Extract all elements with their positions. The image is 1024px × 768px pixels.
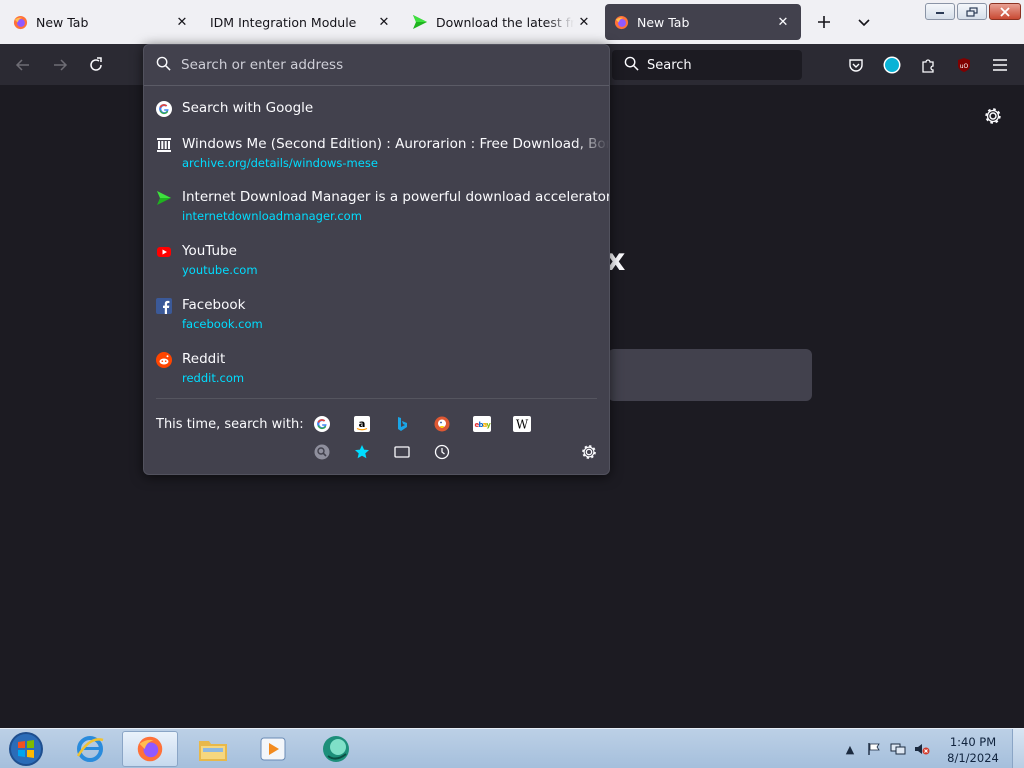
tab-new-tab-1[interactable]: New Tab ✕: [4, 4, 200, 40]
page-search-box[interactable]: [608, 349, 812, 401]
result-reddit[interactable]: Reddit reddit.com: [144, 350, 609, 386]
result-facebook[interactable]: Facebook facebook.com: [144, 296, 609, 332]
close-window-button[interactable]: [989, 3, 1021, 20]
restore-window-button[interactable]: [957, 3, 987, 20]
result-url: reddit.com: [182, 371, 245, 385]
tab-title: IDM Integration Module: [210, 14, 357, 30]
search-icon: [624, 56, 639, 75]
svg-text:uO: uO: [960, 63, 969, 70]
firefox-icon: [613, 14, 629, 30]
search-icon: [156, 56, 171, 75]
idm-arrow-icon: [156, 190, 172, 206]
reddit-icon: [156, 352, 172, 368]
internet-explorer-icon[interactable]: [62, 731, 118, 767]
forward-arrow-icon[interactable]: [47, 52, 73, 78]
search-bar[interactable]: Search: [612, 50, 802, 80]
result-youtube[interactable]: YouTube youtube.com: [144, 242, 609, 278]
file-explorer-icon[interactable]: [185, 731, 241, 767]
search-settings-gear-icon[interactable]: [580, 443, 598, 461]
show-hidden-icons-arrow-icon[interactable]: ▲: [842, 741, 858, 757]
volume-muted-icon[interactable]: [914, 741, 930, 757]
result-title: Search with Google: [182, 100, 314, 116]
result-title: Facebook: [182, 297, 246, 313]
firefox-taskbar-icon[interactable]: [122, 731, 178, 767]
result-archive-org[interactable]: Windows Me (Second Edition) : Aurorarion…: [144, 135, 609, 171]
windows-taskbar: ▲ 1:40 PM 8/1/2024: [0, 728, 1024, 768]
ebay-icon[interactable]: ebay: [472, 414, 492, 434]
firefox-icon: [12, 14, 28, 30]
result-url: archive.org/details/windows-mese: [182, 156, 378, 170]
bing-icon[interactable]: [392, 414, 412, 434]
hamburger-menu-icon[interactable]: [987, 52, 1013, 78]
show-desktop-button[interactable]: [1012, 729, 1024, 768]
result-title: Reddit: [182, 351, 226, 367]
result-url: youtube.com: [182, 263, 258, 277]
bookmarks-star-icon[interactable]: [352, 442, 372, 462]
pocket-icon[interactable]: [843, 52, 869, 78]
list-all-tabs-chevron-icon[interactable]: [852, 10, 876, 34]
new-tab-plus-icon[interactable]: [812, 10, 836, 34]
network-icon[interactable]: [890, 741, 906, 757]
tab-close-icon[interactable]: ✕: [374, 12, 394, 32]
divider: [156, 398, 597, 399]
tab-title: New Tab: [36, 14, 89, 30]
search-engines-icon[interactable]: [312, 442, 332, 462]
result-title: Windows Me (Second Edition) : Aurorarion…: [182, 136, 609, 152]
tab-idm-integration[interactable]: IDM Integration Module ✕: [202, 4, 402, 40]
address-input[interactable]: [181, 57, 581, 73]
facebook-icon: [156, 298, 172, 314]
clock-time: 1:40 PM: [949, 735, 997, 749]
svg-text:y: y: [486, 421, 491, 429]
history-clock-icon[interactable]: [432, 442, 452, 462]
clock-date: 8/1/2024: [947, 751, 999, 765]
tab-download-trial[interactable]: Download the latest free trial ✕: [404, 4, 602, 40]
tab-new-tab-active[interactable]: New Tab ✕: [605, 4, 801, 40]
svg-text:W: W: [516, 418, 529, 432]
teal-app-icon[interactable]: [308, 731, 364, 767]
search-with-label: This time, search with:: [156, 417, 304, 432]
result-search-with-google[interactable]: Search with Google: [144, 99, 609, 117]
tab-title: Download the latest free trial: [436, 14, 574, 30]
result-url: internetdownloadmanager.com: [182, 209, 362, 223]
ublock-origin-icon[interactable]: uO: [951, 52, 977, 78]
archive-org-icon: [156, 137, 172, 153]
result-title: Internet Download Manager is a powerful …: [182, 189, 609, 205]
urlbar[interactable]: [144, 45, 609, 86]
svg-text:a: a: [359, 419, 366, 430]
result-internet-download-manager[interactable]: Internet Download Manager is a powerful …: [144, 188, 609, 224]
urlbar-dropdown: Search with Google Windows Me (Second Ed…: [143, 44, 610, 475]
media-player-icon[interactable]: [245, 731, 301, 767]
start-button[interactable]: [0, 731, 52, 767]
idm-arrow-icon: [412, 14, 428, 30]
taskbar-clock[interactable]: 1:40 PM 8/1/2024: [940, 734, 1006, 766]
minimize-window-button[interactable]: [925, 3, 955, 20]
duckduckgo-icon[interactable]: [432, 414, 452, 434]
result-title: YouTube: [182, 243, 237, 259]
search-bar-placeholder: Search: [647, 57, 692, 73]
wikipedia-icon[interactable]: W: [512, 414, 532, 434]
back-arrow-icon[interactable]: [10, 52, 36, 78]
personalize-gear-icon[interactable]: [982, 105, 1004, 127]
tab-title: New Tab: [637, 14, 690, 30]
extensions-puzzle-icon[interactable]: [915, 52, 941, 78]
reload-icon[interactable]: [83, 52, 109, 78]
google-icon: [156, 101, 172, 117]
google-icon[interactable]: [312, 414, 332, 434]
account-avatar-icon[interactable]: [879, 52, 905, 78]
amazon-icon[interactable]: a: [352, 414, 372, 434]
tab-close-icon[interactable]: ✕: [172, 12, 192, 32]
youtube-icon: [156, 244, 172, 260]
result-url: facebook.com: [182, 317, 263, 331]
tab-close-icon[interactable]: ✕: [574, 12, 594, 32]
action-center-flag-icon[interactable]: [866, 741, 882, 757]
tab-close-icon[interactable]: ✕: [773, 12, 793, 32]
tabs-icon[interactable]: [392, 442, 412, 462]
tab-strip: New Tab ✕ IDM Integration Module ✕ Downl…: [0, 0, 1024, 44]
